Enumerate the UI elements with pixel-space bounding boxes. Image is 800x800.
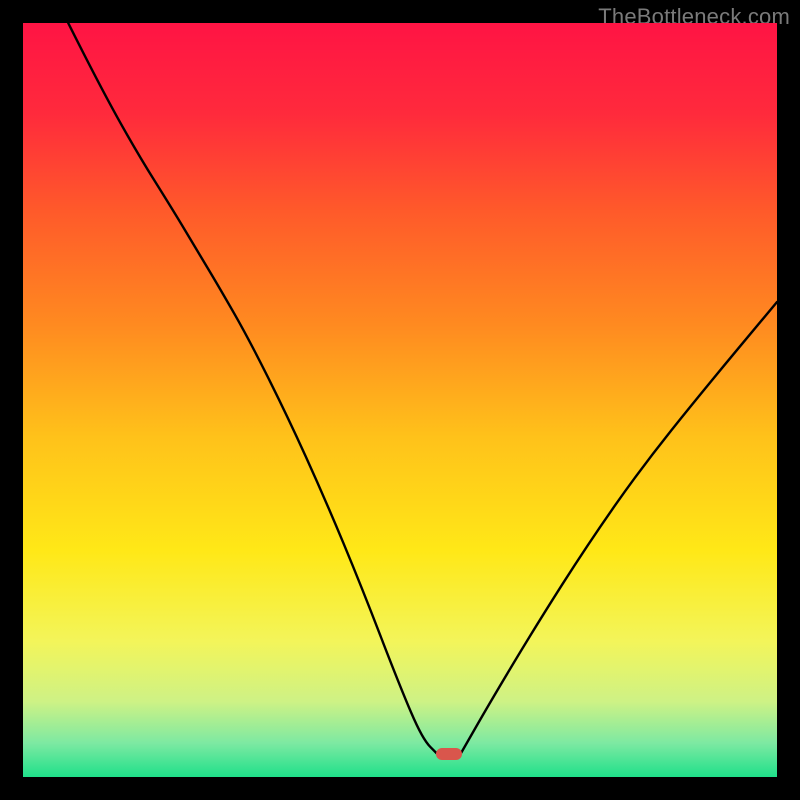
optimal-marker bbox=[436, 748, 462, 760]
chart-frame: TheBottleneck.com bbox=[0, 0, 800, 800]
plot-svg bbox=[23, 23, 777, 777]
plot-area bbox=[23, 23, 777, 777]
gradient-rect bbox=[23, 23, 777, 777]
